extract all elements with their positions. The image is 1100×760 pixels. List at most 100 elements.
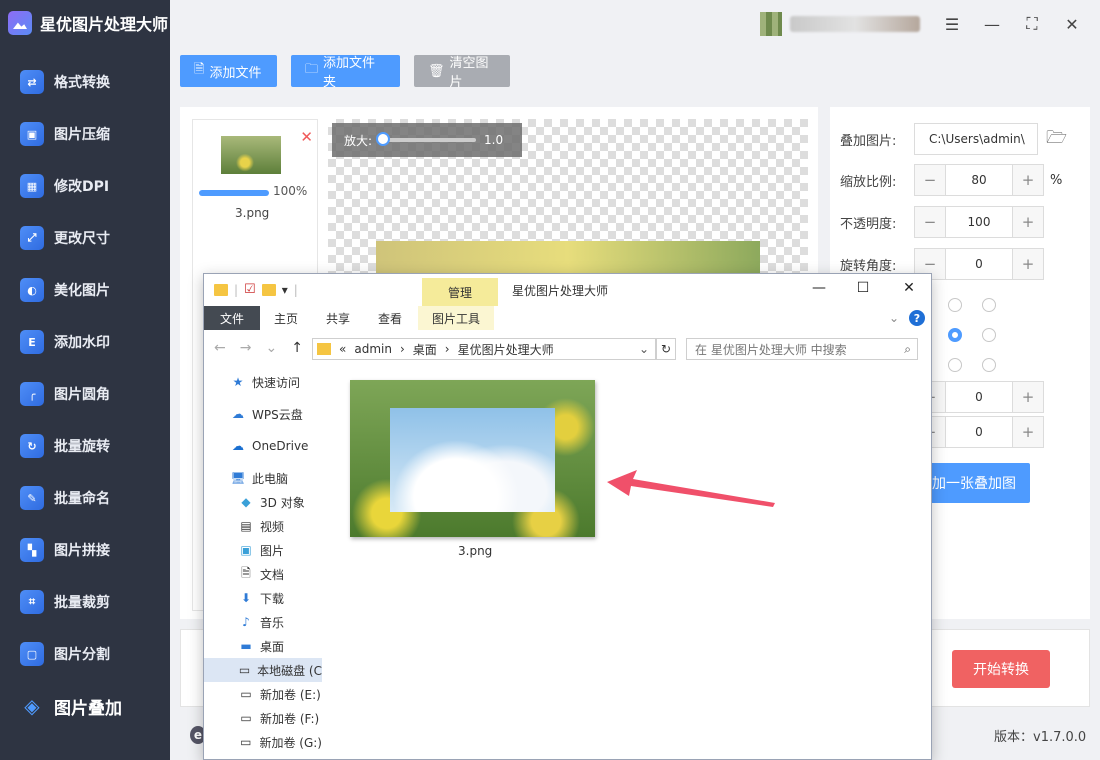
offset-y-increase-button[interactable]: + xyxy=(1013,417,1043,447)
opacity-decrease-button[interactable]: − xyxy=(915,207,945,237)
offset-x-increase-button[interactable]: + xyxy=(1013,382,1043,412)
tree-item-quick-access[interactable]: ★ 快速访问 xyxy=(204,370,322,394)
zoom-label: 放大: xyxy=(344,133,373,148)
tab-view[interactable]: 查看 xyxy=(364,306,416,330)
tree-item-3d-objects[interactable]: ◆ 3D 对象 xyxy=(204,490,322,514)
tab-file[interactable]: 文件 xyxy=(204,306,260,330)
tree-item-wps-cloud[interactable]: ☁ WPS云盘 xyxy=(204,402,322,426)
sidebar-item-split[interactable]: ▢ 图片分割 xyxy=(0,628,170,680)
sidebar-item-overlay[interactable]: ◈ 图片叠加 xyxy=(0,680,170,732)
minimize-icon[interactable]: — xyxy=(978,10,1006,38)
tree-item-volume-e[interactable]: ▭ 新加卷 (E:) xyxy=(204,682,322,706)
tree-item-downloads[interactable]: ⬇ 下载 xyxy=(204,586,322,610)
close-icon[interactable]: ✕ xyxy=(894,280,924,296)
tree-item-onedrive[interactable]: ☁ OneDrive xyxy=(204,434,322,458)
position-radio[interactable] xyxy=(948,298,962,312)
sidebar-item-beautify[interactable]: ◐ 美化图片 xyxy=(0,264,170,316)
opacity-increase-button[interactable]: + xyxy=(1013,207,1043,237)
history-dropdown-icon[interactable]: ⌄ xyxy=(265,340,277,356)
start-convert-button[interactable]: 开始转换 xyxy=(952,650,1050,688)
opacity-input[interactable]: 100 xyxy=(945,207,1013,237)
add-folder-button[interactable]: 🗀 添加文件夹 xyxy=(291,55,400,90)
settings-sliders-icon[interactable]: ☰ xyxy=(938,10,966,38)
version-text: 版本：v1.7.0.0 xyxy=(994,730,1087,745)
cloud-icon: ☁ xyxy=(232,407,244,421)
tab-share[interactable]: 共享 xyxy=(312,306,364,330)
sidebar-item-compress[interactable]: ▣ 图片压缩 xyxy=(0,108,170,160)
sidebar-item-crop[interactable]: ⌗ 批量裁剪 xyxy=(0,576,170,628)
offset-y-input[interactable]: 0 xyxy=(945,417,1013,447)
delete-icon[interactable]: ✕ xyxy=(300,128,313,146)
overlay-path-field[interactable]: C:\Users\admin\ xyxy=(914,123,1038,155)
close-icon[interactable]: ✕ xyxy=(1058,10,1086,38)
maximize-icon[interactable]: ⛶ xyxy=(1018,10,1046,38)
clear-images-button[interactable]: 🗑 清空图片 xyxy=(414,55,510,90)
position-radio[interactable] xyxy=(948,358,962,372)
position-radio[interactable] xyxy=(982,298,996,312)
position-radio[interactable] xyxy=(982,358,996,372)
sidebar-nav: ⇄ 格式转换 ▣ 图片压缩 ▦ 修改DPI ⤢ 更改尺寸 ◐ 美化图片 E 添加水印 ╭ 图片… xyxy=(0,56,170,732)
scale-increase-button[interactable]: + xyxy=(1013,165,1043,195)
breadcrumb-overflow[interactable]: « xyxy=(339,342,346,356)
position-radio-selected[interactable] xyxy=(948,328,962,342)
tree-item-music[interactable]: ♪ 音乐 xyxy=(204,610,322,634)
file-thumbnail[interactable] xyxy=(221,136,281,174)
customize-dropdown-icon[interactable]: ▾ xyxy=(282,283,288,297)
tab-picture-tools[interactable]: 图片工具 xyxy=(418,306,495,330)
sidebar-item-dpi[interactable]: ▦ 修改DPI xyxy=(0,160,170,212)
zoom-slider-handle[interactable] xyxy=(376,132,391,146)
sidebar-item-splice[interactable]: ▚ 图片拼接 xyxy=(0,524,170,576)
sidebar-item-resize[interactable]: ⤢ 更改尺寸 xyxy=(0,212,170,264)
file-item-name[interactable]: 3.png xyxy=(458,544,492,558)
tree-item-documents[interactable]: 🗎 文档 xyxy=(204,562,322,586)
breadcrumb-current[interactable]: 星优图片处理大师 xyxy=(458,341,554,358)
tab-manage[interactable]: 管理 xyxy=(422,278,498,306)
refresh-icon[interactable]: ↻ xyxy=(656,338,676,360)
add-file-button[interactable]: 🗎 添加文件 xyxy=(180,55,277,87)
forward-arrow-icon[interactable]: → xyxy=(240,340,252,356)
expand-ribbon-icon[interactable]: ⌄ xyxy=(889,311,899,325)
sidebar-item-rotate[interactable]: ↻ 批量旋转 xyxy=(0,420,170,472)
tree-item-videos[interactable]: ▤ 视频 xyxy=(204,514,322,538)
tree-item-volume-f[interactable]: ▭ 新加卷 (F:) xyxy=(204,706,322,730)
open-folder-icon[interactable]: 🗁 xyxy=(1046,125,1067,154)
app-title-text: 星优图片处理大师 xyxy=(40,15,169,34)
tree-item-this-pc[interactable]: 🖥 此电脑 xyxy=(204,466,322,490)
tab-home[interactable]: 主页 xyxy=(260,306,312,330)
sidebar-item-label: 图片压缩 xyxy=(54,127,110,143)
scale-decrease-button[interactable]: − xyxy=(915,165,945,195)
help-icon[interactable]: ? xyxy=(909,310,925,326)
sidebar-item-watermark[interactable]: E 添加水印 xyxy=(0,316,170,368)
folder-icon[interactable] xyxy=(214,283,228,296)
new-folder-icon[interactable] xyxy=(261,283,276,296)
search-input[interactable]: 在 星优图片处理大师 中搜索 ⌕ xyxy=(686,338,918,360)
up-arrow-icon[interactable]: ↑ xyxy=(291,340,303,356)
minimize-icon[interactable]: — xyxy=(804,280,834,296)
rotate-input[interactable]: 0 xyxy=(945,249,1013,279)
back-arrow-icon[interactable]: ← xyxy=(214,340,226,356)
breadcrumb-admin[interactable]: admin xyxy=(354,342,392,356)
tree-item-desktop[interactable]: ▬ 桌面 xyxy=(204,634,322,658)
position-radio[interactable] xyxy=(982,328,996,342)
rotate-increase-button[interactable]: + xyxy=(1013,249,1043,279)
maximize-icon[interactable]: ☐ xyxy=(848,280,878,296)
offset-x-input[interactable]: 0 xyxy=(945,382,1013,412)
file-item-thumbnail[interactable] xyxy=(350,380,595,537)
breadcrumb-desktop[interactable]: 桌面 xyxy=(413,341,437,358)
sidebar-item-label: 图片拼接 xyxy=(54,543,110,559)
tree-item-pictures[interactable]: ▣ 图片 xyxy=(204,538,322,562)
tree-item-local-disk-c[interactable]: ▭ 本地磁盘 (C xyxy=(204,658,322,682)
address-dropdown-icon[interactable]: ⌄ xyxy=(639,342,649,356)
sidebar-item-rename[interactable]: ✎ 批量命名 xyxy=(0,472,170,524)
layers-icon: ◈ xyxy=(24,694,40,718)
zoom-slider[interactable] xyxy=(376,132,477,146)
tree-item-volume-g[interactable]: ▭ 新加卷 (G:) xyxy=(204,730,322,754)
drive-icon: ▭ xyxy=(240,735,252,749)
sidebar-item-format-convert[interactable]: ⇄ 格式转换 xyxy=(0,56,170,108)
add-overlay-button[interactable]: 加一张叠加图 xyxy=(930,463,1030,503)
properties-check-icon[interactable]: ☑ xyxy=(244,282,256,297)
avatar[interactable] xyxy=(760,12,782,36)
sidebar-item-round-corner[interactable]: ╭ 图片圆角 xyxy=(0,368,170,420)
scale-input[interactable]: 80 xyxy=(945,165,1013,195)
address-bar[interactable]: « admin › 桌面 › 星优图片处理大师 ⌄ xyxy=(312,338,656,360)
